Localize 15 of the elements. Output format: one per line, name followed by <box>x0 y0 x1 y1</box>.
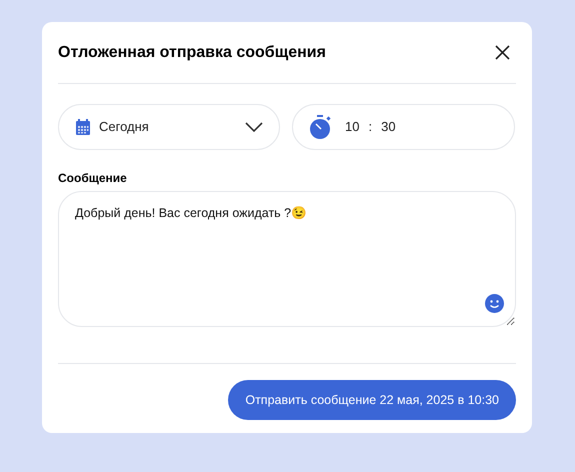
emoji-button[interactable] <box>485 294 504 313</box>
minutes-value: 30 <box>381 118 396 136</box>
message-label: Сообщение <box>58 170 128 187</box>
calendar-icon <box>75 118 91 136</box>
smiley-icon <box>485 294 504 313</box>
hours-value: 10 <box>345 118 360 136</box>
send-button[interactable]: Отправить сообщение 22 мая, 2025 в 10:30 <box>228 380 516 420</box>
chevron-down-icon <box>245 122 263 132</box>
time-separator: : <box>368 118 372 136</box>
time-field[interactable]: 10 : 30 <box>292 104 515 150</box>
stopwatch-icon <box>309 114 333 140</box>
message-field[interactable]: Добрый день! Вас сегодня ожидать ?😉 <box>58 191 516 327</box>
dialog-title: Отложенная отправка сообщения <box>58 42 326 62</box>
close-icon <box>494 45 510 60</box>
date-dropdown[interactable]: Сегодня <box>58 104 280 150</box>
